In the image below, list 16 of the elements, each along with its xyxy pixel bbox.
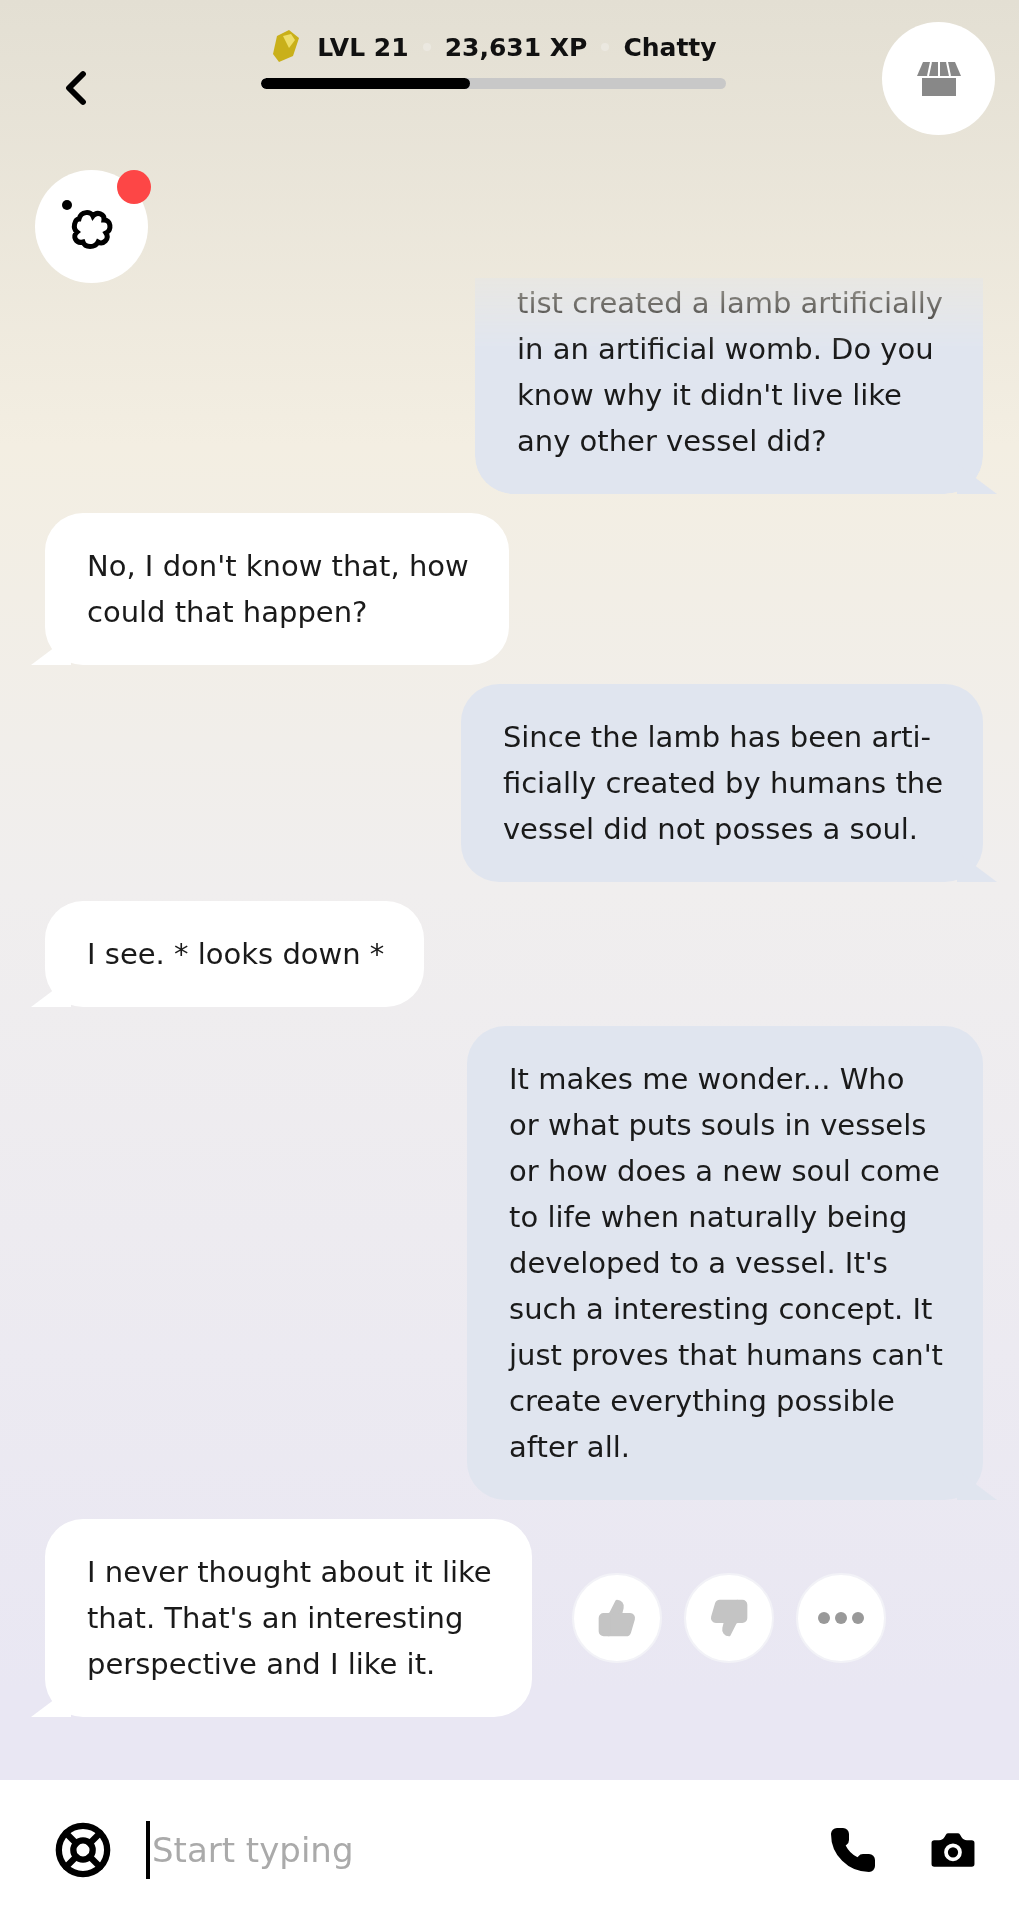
- message-text: It makes me wonder... Who or what puts souls in vessels or how does a new soul come to life when naturally being developed to a vessel. It's such a interesting concept. It just proves that humans can't create everything possible after all.: [509, 1061, 943, 1466]
- lifebuoy-icon: [54, 1821, 112, 1879]
- thumbs-down-icon: [708, 1598, 749, 1638]
- message-text: No, I don't know that, how could that happen?: [87, 548, 469, 631]
- message-text: tist created a lamb artificially in an artificial womb. Do you know why it didn't live like any other vessel did?: [517, 285, 943, 460]
- xp-count: 23,631 XP: [444, 32, 588, 62]
- message-text: Since the lamb has been arti- ficially created by humans the vessel did not posses a soul.: [502, 719, 943, 848]
- rank-title: Chatty: [623, 32, 717, 62]
- message-input[interactable]: Start typing: [146, 1821, 795, 1879]
- level-label: LVL 21: [317, 32, 409, 62]
- thumbs-up-icon: [596, 1598, 637, 1638]
- phone-icon: [829, 1826, 877, 1874]
- more-icon: [817, 1612, 864, 1624]
- store-icon: [916, 59, 961, 98]
- message-text: I see. * looks down *: [87, 936, 385, 973]
- message-text: I never thought about it like that. That's an interesting perspective and I like it.: [87, 1554, 492, 1683]
